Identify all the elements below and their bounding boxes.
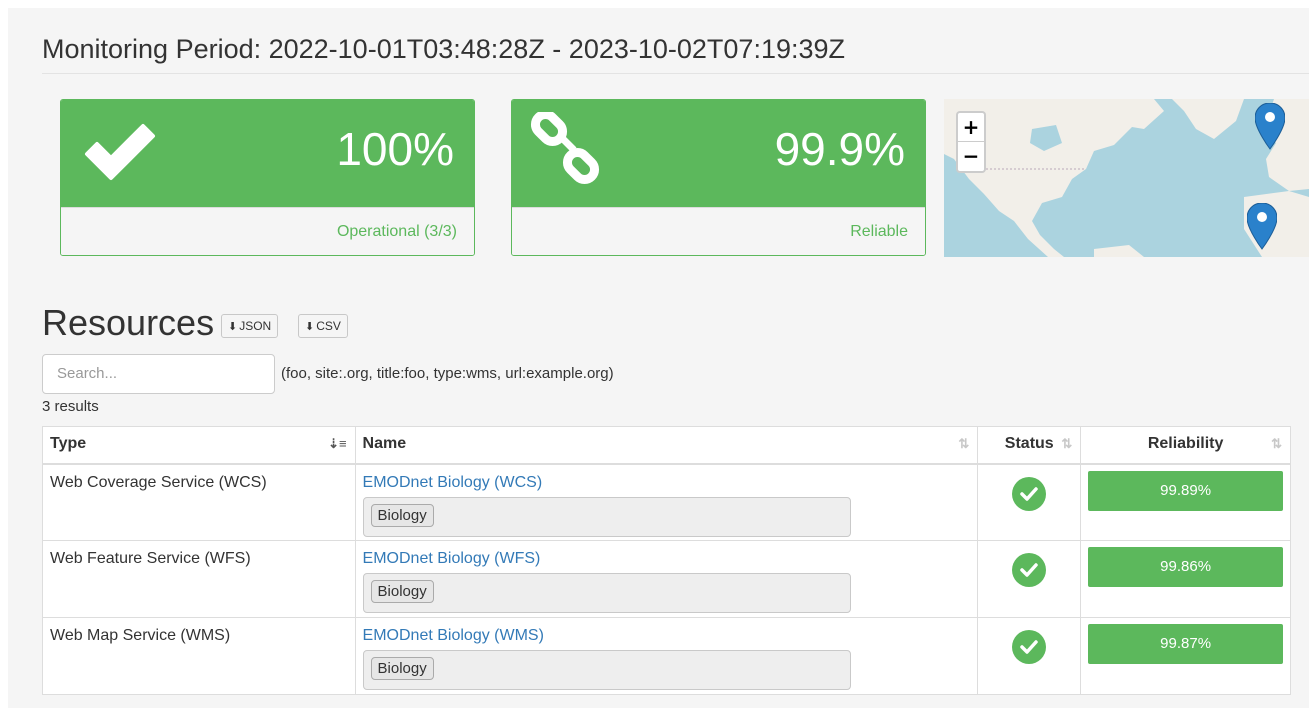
reliability-cell: 99.86% bbox=[1080, 540, 1291, 618]
zoom-out-button[interactable]: − bbox=[958, 142, 984, 171]
map[interactable]: + − bbox=[944, 99, 1309, 257]
status-cell bbox=[977, 463, 1082, 541]
zoom-in-button[interactable]: + bbox=[958, 113, 984, 142]
operational-percent: 100% bbox=[336, 123, 454, 175]
column-header-name[interactable]: Name ⇅ bbox=[354, 426, 979, 465]
service-link[interactable]: EMODnet Biology (WCS) bbox=[363, 474, 543, 491]
csv-label: CSV bbox=[316, 319, 341, 333]
column-header-status[interactable]: Status ⇅ bbox=[977, 426, 1082, 465]
map-marker-icon[interactable] bbox=[1247, 203, 1277, 251]
table-header-row: Type ⇣≡ Name ⇅ Status ⇅ Reliability ⇅ bbox=[42, 426, 1291, 465]
reliability-bar: 99.86% bbox=[1088, 547, 1283, 587]
service-link[interactable]: EMODnet Biology (WMS) bbox=[363, 627, 544, 644]
column-header-label: Name bbox=[362, 435, 407, 452]
column-header-type[interactable]: Type ⇣≡ bbox=[42, 426, 356, 465]
column-header-label: Status bbox=[1004, 435, 1054, 452]
table-row: Web Coverage Service (WCS) EMODnet Biolo… bbox=[42, 463, 1291, 541]
monitoring-period: Monitoring Period: 2022-10-01T03:48:28Z … bbox=[42, 34, 845, 64]
status-cell bbox=[977, 617, 1082, 695]
tag[interactable]: Biology bbox=[370, 503, 434, 527]
table-row: Web Feature Service (WFS) EMODnet Biolog… bbox=[42, 540, 1291, 618]
reliability-percent: 99.9% bbox=[774, 123, 905, 175]
zoom-control: + − bbox=[956, 111, 986, 173]
tag-list: Biology bbox=[362, 496, 851, 537]
type-cell: Web Coverage Service (WCS) bbox=[42, 463, 356, 541]
column-header-reliability[interactable]: Reliability ⇅ bbox=[1080, 426, 1291, 465]
name-cell: EMODnet Biology (WCS) Biology bbox=[354, 463, 979, 541]
reliability-cell: 99.87% bbox=[1080, 617, 1291, 695]
panel-heading: 100% bbox=[61, 100, 474, 207]
table-row: Web Map Service (WMS) EMODnet Biology (W… bbox=[42, 617, 1291, 695]
status-cell bbox=[977, 540, 1082, 618]
panel-heading: 99.9% bbox=[512, 100, 925, 207]
name-cell: EMODnet Biology (WMS) Biology bbox=[354, 617, 979, 695]
link-icon bbox=[528, 109, 608, 197]
name-cell: EMODnet Biology (WFS) Biology bbox=[354, 540, 979, 618]
download-icon: ⬇ bbox=[228, 321, 238, 333]
csv-download-button[interactable]: ⬇ CSV bbox=[298, 314, 348, 338]
download-icon: ⬇ bbox=[305, 321, 315, 333]
sort-icon: ⇅ bbox=[1271, 436, 1282, 451]
check-icon bbox=[83, 122, 157, 187]
reliability-label[interactable]: Reliable bbox=[512, 207, 925, 255]
tag-list: Biology bbox=[362, 650, 851, 690]
page: Monitoring Period: 2022-10-01T03:48:28Z … bbox=[8, 8, 1309, 708]
type-cell: Web Feature Service (WFS) bbox=[42, 540, 356, 618]
json-download-button[interactable]: ⬇ JSON bbox=[221, 314, 279, 338]
map-marker-icon[interactable] bbox=[1255, 103, 1285, 151]
reliability-cell: 99.89% bbox=[1080, 463, 1291, 541]
results-count: 3 results bbox=[42, 398, 99, 415]
operational-label[interactable]: Operational (3/3) bbox=[61, 207, 474, 255]
service-link[interactable]: EMODnet Biology (WFS) bbox=[363, 550, 541, 567]
column-header-label: Reliability bbox=[1147, 435, 1224, 452]
json-label: JSON bbox=[239, 319, 272, 333]
status-ok-icon bbox=[1012, 476, 1047, 511]
tag-list: Biology bbox=[362, 573, 851, 613]
type-cell: Web Map Service (WMS) bbox=[42, 617, 356, 695]
divider bbox=[42, 73, 1309, 74]
operational-panel: 100% Operational (3/3) bbox=[60, 99, 475, 256]
search-input[interactable]: Search... bbox=[42, 354, 275, 394]
reliability-bar: 99.87% bbox=[1088, 624, 1283, 664]
column-header-label: Type bbox=[50, 435, 87, 452]
sort-icon: ⇅ bbox=[958, 436, 970, 451]
reliability-bar: 99.89% bbox=[1088, 470, 1283, 511]
status-ok-icon bbox=[1012, 553, 1047, 587]
sort-icon: ⇅ bbox=[1061, 436, 1073, 451]
sort-asc-icon: ⇣≡ bbox=[328, 436, 347, 451]
tag[interactable]: Biology bbox=[370, 580, 434, 603]
reliability-panel: 99.9% Reliable bbox=[511, 99, 926, 256]
resources-table: Type ⇣≡ Name ⇅ Status ⇅ Reliability ⇅ We… bbox=[42, 426, 1291, 695]
resources-title: Resources bbox=[42, 302, 215, 343]
status-ok-icon bbox=[1012, 630, 1047, 664]
tag[interactable]: Biology bbox=[370, 657, 434, 680]
search-hint: (foo, site:.org, title:foo, type:wms, ur… bbox=[281, 365, 614, 382]
